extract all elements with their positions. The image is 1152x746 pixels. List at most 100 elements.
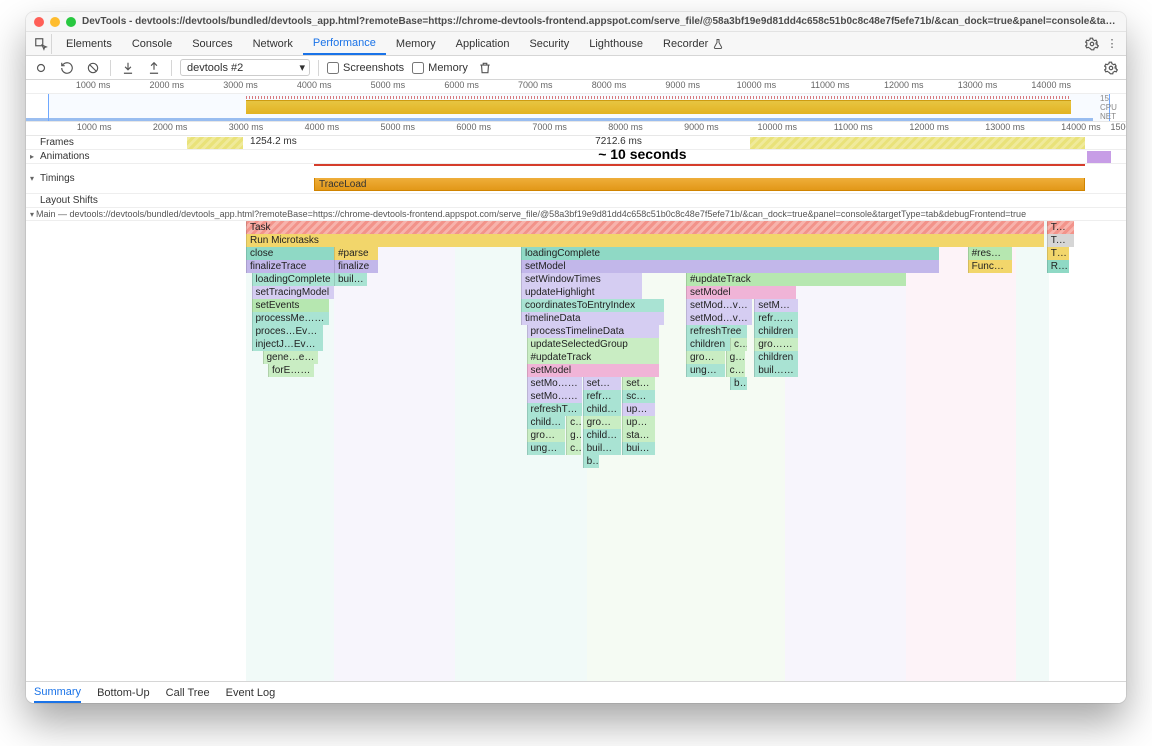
flame-set-model[interactable]: setModel — [521, 260, 939, 273]
flame-process-threads[interactable]: processMe…ndThreads — [252, 312, 329, 325]
flame-set-mod-events[interactable]: setMod…vents — [686, 299, 752, 312]
flame-update-track[interactable]: #updateTrack — [686, 273, 906, 286]
memory-checkbox[interactable]: Memory — [412, 62, 468, 74]
flame-gro-es[interactable]: gro…es — [686, 351, 725, 364]
flame-children-3[interactable]: children — [754, 351, 798, 364]
timing-traceload[interactable]: TraceLoad — [314, 178, 1085, 191]
flame-c-2[interactable]: c… — [566, 442, 581, 455]
capture-settings-icon[interactable] — [1102, 59, 1120, 77]
flame-refr-tree[interactable]: refr…Tree — [754, 312, 798, 325]
track-layout-shifts[interactable]: Layout Shifts — [26, 194, 1126, 208]
flame-loading-complete-2[interactable]: loadingComplete — [252, 273, 335, 286]
session-select[interactable]: devtools #2 ▾ — [180, 59, 310, 76]
flame-task[interactable]: Task — [1047, 221, 1075, 234]
tab-application[interactable]: Application — [446, 32, 520, 55]
flame-t[interactable]: T… — [1047, 247, 1069, 260]
flame-gro-des-2[interactable]: gro…des — [583, 416, 622, 429]
tab-elements[interactable]: Elements — [56, 32, 122, 55]
flame-func-call[interactable]: Func…Call — [968, 260, 1012, 273]
flame-set-model-2[interactable]: setModel — [527, 364, 659, 377]
flame-close[interactable]: close — [246, 247, 334, 260]
flame-r[interactable]: R… — [1047, 260, 1069, 273]
flame-task[interactable]: Task — [246, 221, 1044, 234]
flame-bn[interactable]: b…n — [730, 377, 747, 390]
bottom-tab-event-log[interactable]: Event Log — [226, 682, 276, 703]
flame-timeline-data[interactable]: timelineData — [521, 312, 664, 325]
screenshots-checkbox[interactable]: Screenshots — [327, 62, 404, 74]
flame-finalize[interactable]: finalize — [334, 260, 378, 273]
flame-set-mod-events-2[interactable]: setMod…vents — [686, 312, 752, 325]
flame-gs[interactable]: g…s — [726, 351, 746, 364]
flame-upd-ts[interactable]: upd…ts — [622, 416, 655, 429]
flame-b[interactable]: b… — [583, 455, 600, 468]
flame-build[interactable]: buil…lls — [334, 273, 367, 286]
flame-children[interactable]: children — [754, 325, 798, 338]
settings-icon[interactable] — [1082, 37, 1102, 51]
flame-setm-nts-2[interactable]: setM…nts — [583, 377, 622, 390]
flame-children-4[interactable]: children — [583, 403, 622, 416]
flame-set-mo-vents[interactable]: setMo…vents — [527, 377, 582, 390]
overview-ruler[interactable]: 1000 ms 2000 ms 3000 ms 4000 ms 5000 ms … — [26, 80, 1126, 94]
flame-children-5[interactable]: children — [527, 416, 566, 429]
flame-buil-ren-2[interactable]: buil…ren — [583, 442, 622, 455]
flame-c[interactable]: c… — [566, 416, 581, 429]
flame-gro-es-2[interactable]: gro…es — [527, 429, 566, 442]
tab-security[interactable]: Security — [519, 32, 579, 55]
flame-update-track-2[interactable]: #updateTrack — [527, 351, 659, 364]
frame-segment[interactable] — [187, 137, 243, 149]
flame-children-2[interactable]: children — [686, 338, 730, 351]
flame-refresh-tree-2[interactable]: refreshTree — [527, 403, 582, 416]
flame-coords[interactable]: coordinatesToEntryIndex — [521, 299, 664, 312]
flame-gs-2[interactable]: g…s — [566, 429, 581, 442]
tab-recorder[interactable]: Recorder — [653, 32, 734, 55]
flame-ung-es[interactable]: ung…es — [686, 364, 725, 377]
flame-refr-tree-2[interactable]: refr…Tree — [583, 390, 622, 403]
inspect-element-icon[interactable] — [30, 34, 52, 54]
flame-bui-ed[interactable]: bui…ed — [622, 442, 655, 455]
flame-gro-des[interactable]: gro…des — [754, 338, 798, 351]
track-timings[interactable]: ▾Timings ~ 10 seconds TraceLoad — [26, 164, 1126, 194]
tab-lighthouse[interactable]: Lighthouse — [579, 32, 653, 55]
flame-ung-es-2[interactable]: ung…es — [527, 442, 566, 455]
reload-record-button[interactable] — [58, 59, 76, 77]
flame-cn-2[interactable]: c…n — [726, 364, 746, 377]
flame-finalize-trace[interactable]: finalizeTrace — [246, 260, 334, 273]
zoom-window-icon[interactable] — [66, 17, 76, 27]
more-icon[interactable]: ⋮ — [1102, 37, 1122, 50]
overview-strip[interactable]: 15 CPU NET — [26, 94, 1126, 122]
flame-update-highlight[interactable]: updateHighlight — [521, 286, 642, 299]
flame-process-timeline[interactable]: processTimelineData — [527, 325, 659, 338]
tab-memory[interactable]: Memory — [386, 32, 446, 55]
flame-res-odes[interactable]: #res…odes — [968, 247, 1012, 260]
flame-children-6[interactable]: children — [583, 429, 622, 442]
flame-task-small[interactable]: Task — [1047, 234, 1075, 247]
close-window-icon[interactable] — [34, 17, 44, 27]
flame-setm-nts[interactable]: setM…nts — [754, 299, 798, 312]
flame-set-model-pink[interactable]: setModel — [686, 286, 796, 299]
bottom-tab-summary[interactable]: Summary — [34, 682, 81, 703]
flame-set-on[interactable]: set…on — [622, 377, 655, 390]
tab-performance[interactable]: Performance — [303, 32, 386, 55]
load-profile-button[interactable] — [119, 59, 137, 77]
track-animations[interactable]: ▸Animations — [26, 150, 1126, 164]
flame-set-window-times[interactable]: setWindowTimes — [521, 273, 642, 286]
flame-refresh-tree[interactable]: refreshTree — [686, 325, 747, 338]
flame-parse[interactable]: #parse — [334, 247, 378, 260]
track-frames[interactable]: Frames 1254.2 ms 7212.6 ms — [26, 136, 1126, 150]
overview-selection[interactable] — [48, 94, 1110, 121]
flame-run-microtasks[interactable]: Run Microtasks — [246, 234, 1044, 247]
clear-button[interactable] — [84, 59, 102, 77]
flame-proces-events[interactable]: proces…Events — [252, 325, 324, 338]
flame-sta-ge[interactable]: sta…ge — [622, 429, 655, 442]
save-profile-button[interactable] — [145, 59, 163, 77]
tab-network[interactable]: Network — [243, 32, 303, 55]
flame-loading-complete[interactable]: loadingComplete — [521, 247, 939, 260]
timeline-ruler[interactable]: 1000 ms 2000 ms 3000 ms 4000 ms 5000 ms … — [26, 122, 1126, 136]
minimize-window-icon[interactable] — [50, 17, 60, 27]
flame-buil-ren[interactable]: buil…ren — [754, 364, 798, 377]
flame-for-event[interactable]: forE…vent — [268, 364, 314, 377]
bottom-tab-bottom-up[interactable]: Bottom-Up — [97, 682, 150, 703]
tab-sources[interactable]: Sources — [182, 32, 242, 55]
flame-update-selected-group[interactable]: updateSelectedGroup — [527, 338, 659, 351]
flamechart[interactable]: Task Task Run Microtasks Task close #par… — [26, 221, 1126, 681]
